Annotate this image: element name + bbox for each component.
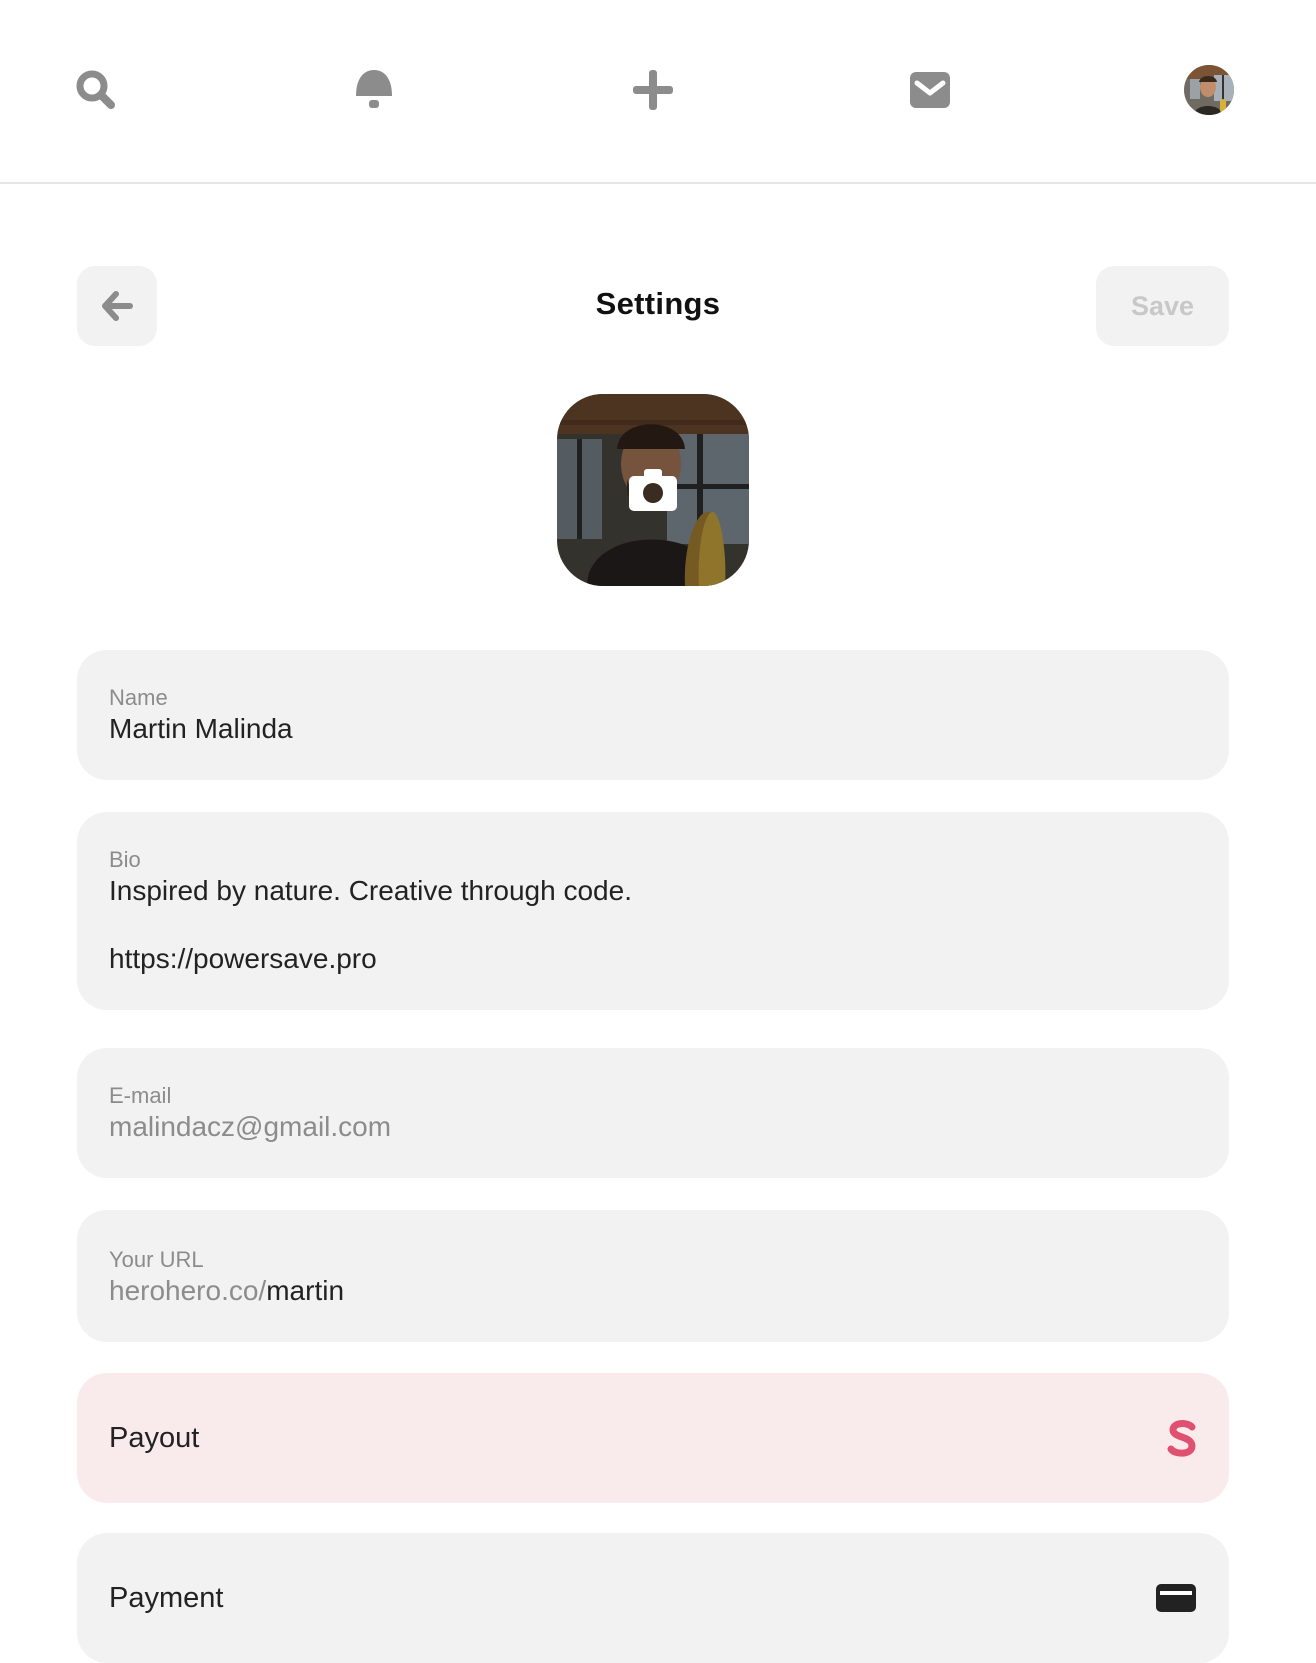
email-label: E-mail [109,1083,172,1108]
name-field[interactable]: Name Martin Malinda [77,650,1229,780]
payout-label: Payout [109,1421,200,1454]
search-icon [76,70,115,109]
messages-button[interactable] [902,62,958,118]
payout-row[interactable]: Payout [77,1373,1229,1503]
profile-photo[interactable] [557,394,749,586]
url-label: Your URL [109,1247,204,1272]
email-field[interactable]: E-mail malindacz@gmail.com [77,1048,1229,1178]
camera-icon [628,468,678,512]
notifications-button[interactable] [346,62,402,118]
payment-label: Payment [109,1581,224,1614]
save-button[interactable]: Save [1096,266,1229,346]
url-field[interactable]: Your URL herohero.co/martin [77,1210,1229,1342]
create-button[interactable] [625,62,681,118]
bell-icon [356,70,392,108]
url-slug-input[interactable]: martin [266,1275,344,1306]
bio-textarea[interactable]: Inspired by nature. Creative through cod… [109,874,1229,976]
stripe-s-icon [1167,1420,1196,1457]
bio-label: Bio [109,847,141,872]
bio-line: Inspired by nature. Creative through cod… [109,875,632,906]
avatar[interactable] [1184,65,1234,115]
name-value[interactable]: Martin Malinda [109,712,1229,746]
envelope-icon [910,72,950,108]
bio-line: https://powersave.pro [109,943,377,974]
name-label: Name [109,685,168,710]
email-value[interactable]: malindacz@gmail.com [109,1110,1229,1144]
bio-field[interactable]: Bio Inspired by nature. Creative through… [77,812,1229,1010]
payment-row[interactable]: Payment [77,1533,1229,1663]
avatar-image [1184,65,1234,115]
credit-card-icon [1156,1584,1196,1612]
top-nav [0,0,1316,184]
url-value-line: herohero.co/martin [109,1274,1229,1308]
bio-line [109,908,1229,942]
plus-icon [633,70,673,110]
url-prefix: herohero.co/ [109,1275,267,1306]
search-button[interactable] [68,62,124,118]
